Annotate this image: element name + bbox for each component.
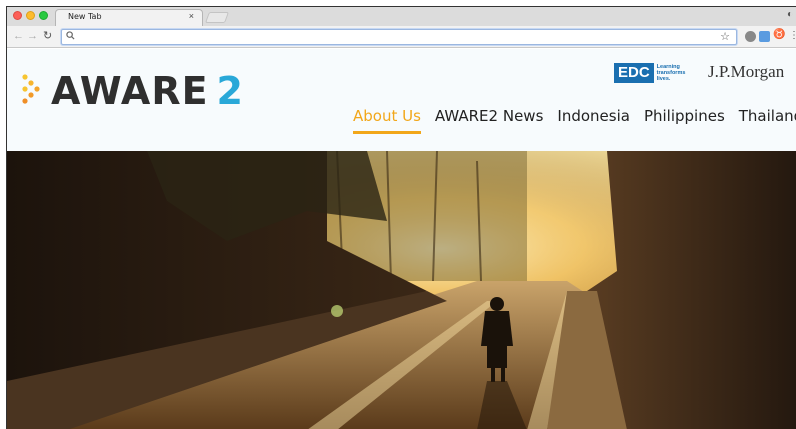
logo-number: 2	[216, 69, 244, 113]
search-icon	[66, 31, 75, 42]
logo-arrow-icon	[22, 74, 40, 104]
logo-text: AWARE	[51, 69, 209, 113]
browser-toolbar: ← → ↻ ☆ ♉ ⋮	[7, 26, 796, 48]
street-photo-hero	[7, 151, 796, 429]
profile-icon[interactable]: ◐	[787, 9, 793, 20]
new-tab-button[interactable]	[204, 12, 230, 23]
minimize-window-button[interactable]	[26, 11, 35, 20]
back-icon[interactable]: ←	[13, 29, 24, 43]
address-bar[interactable]: ☆	[61, 29, 737, 45]
browser-window: New Tab × ◐ ← → ↻ ☆ ♉ ⋮ AWARE2	[6, 6, 796, 429]
extension-icon[interactable]: ♉	[773, 29, 785, 40]
bookmark-star-icon[interactable]: ☆	[720, 30, 730, 43]
site-header: AWARE 2 EDC Learning transforms lives. J.…	[7, 49, 796, 151]
maximize-window-button[interactable]	[39, 11, 48, 20]
nav-item-about-us[interactable]: About Us	[353, 106, 421, 134]
tab-title: New Tab	[68, 12, 102, 21]
main-nav: About Us AWARE2 News Indonesia Philippin…	[353, 106, 796, 134]
reload-icon[interactable]: ↻	[43, 29, 52, 43]
nav-item-indonesia[interactable]: Indonesia	[557, 106, 630, 128]
close-window-button[interactable]	[13, 11, 22, 20]
edc-logo[interactable]: EDC Learning transforms lives.	[614, 62, 693, 84]
nav-item-aware2-news[interactable]: AWARE2 News	[435, 106, 543, 128]
edc-logo-text: EDC	[614, 63, 654, 83]
edc-tagline: Learning transforms lives.	[656, 64, 686, 82]
tab-close-icon[interactable]: ×	[189, 11, 194, 21]
hero-image	[7, 151, 796, 429]
extension-icon[interactable]	[745, 31, 756, 42]
menu-dots-icon[interactable]: ⋮	[789, 30, 796, 41]
nav-item-thailand[interactable]: Thailand	[739, 106, 796, 128]
forward-icon[interactable]: →	[27, 29, 38, 43]
jpmorgan-logo[interactable]: J.P.Morgan	[708, 62, 784, 82]
site-logo[interactable]: AWARE 2	[51, 71, 244, 111]
extension-icon[interactable]	[759, 31, 770, 42]
tab-strip: New Tab × ◐	[7, 7, 796, 26]
browser-tab[interactable]: New Tab ×	[55, 9, 203, 26]
nav-item-philippines[interactable]: Philippines	[644, 106, 725, 128]
